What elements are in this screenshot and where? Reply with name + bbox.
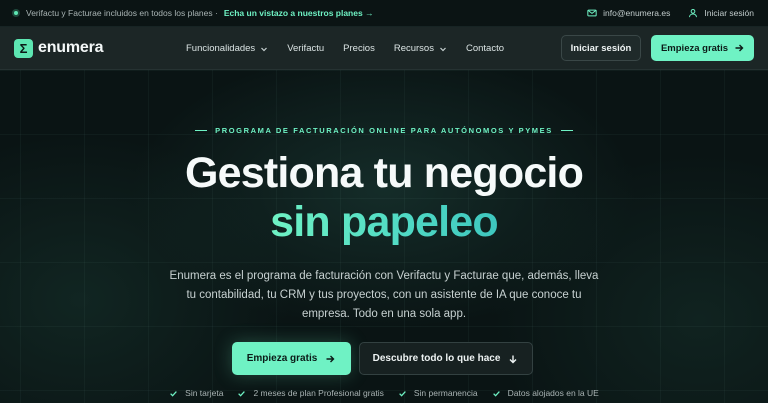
announcement-text: Verifactu y Facturae incluidos en todos …: [26, 8, 218, 18]
hero-start-free-button[interactable]: Empieza gratis: [231, 342, 351, 375]
arrow-right-icon: [735, 44, 744, 52]
benefit-item: Sin permanencia: [398, 388, 478, 398]
nav-item-recursos[interactable]: Recursos: [394, 43, 447, 54]
logo-sigma-icon: Σ: [14, 38, 33, 58]
hero-eyebrow: PROGRAMA DE FACTURACIÓN ONLINE PARA AUTÓ…: [0, 126, 768, 135]
hero-section: PROGRAMA DE FACTURACIÓN ONLINE PARA AUTÓ…: [0, 70, 768, 403]
mail-icon: [587, 9, 597, 17]
nav-item-verifactu[interactable]: Verifactu: [287, 43, 324, 54]
email-link[interactable]: info@enumera.es: [587, 8, 670, 18]
logo[interactable]: Σ enumera: [14, 38, 184, 58]
start-free-button[interactable]: Empieza gratis: [651, 35, 754, 61]
hero-description: Enumera es el programa de facturación co…: [169, 270, 599, 320]
email-text: info@enumera.es: [603, 8, 671, 18]
hero-cta-row: Empieza gratis Descubre todo lo que hace: [0, 342, 768, 375]
chevron-down-icon: [261, 47, 268, 51]
nav-item-contacto[interactable]: Contacto: [466, 43, 504, 54]
check-icon: [170, 390, 178, 397]
nav-item-funcionalidades[interactable]: Funcionalidades: [186, 43, 268, 54]
status-dot-icon: [12, 9, 20, 17]
arrow-right-icon: [326, 355, 335, 362]
discover-features-button[interactable]: Descubre todo lo que hace: [358, 342, 533, 375]
check-icon: [492, 390, 500, 397]
chevron-down-icon: [440, 47, 446, 51]
hero-headline: Gestiona tu negocio: [184, 149, 584, 197]
nav-menu: Funcionalidades Verifactu Precios Recurs…: [186, 27, 523, 70]
announcement: Verifactu y Facturae incluidos en todos …: [12, 8, 374, 18]
benefit-item: Sin tarjeta: [169, 388, 223, 398]
login-button[interactable]: Iniciar sesión: [561, 35, 641, 61]
nav-item-precios[interactable]: Precios: [343, 43, 375, 54]
plans-link[interactable]: Echa un vistazo a nuestros planes →: [224, 8, 374, 18]
hero-headline-accent: sin papeleo: [270, 198, 499, 246]
topbar-login-text: Iniciar sesión: [704, 8, 754, 18]
benefit-item: Datos alojados en la UE: [492, 388, 599, 398]
topbar-login-link[interactable]: Iniciar sesión: [688, 8, 754, 18]
user-icon: [689, 8, 698, 18]
benefit-item: 2 meses de plan Profesional gratis: [237, 388, 384, 398]
hero-benefits: Sin tarjeta 2 meses de plan Profesional …: [0, 388, 768, 398]
main-nav: Σ enumera Funcionalidades Verifactu Prec…: [0, 27, 768, 70]
check-icon: [238, 390, 246, 397]
arrow-down-icon: [509, 355, 517, 363]
announcement-bar: Verifactu y Facturae incluidos en todos …: [0, 0, 768, 27]
logo-text: enumera: [38, 39, 104, 56]
check-icon: [399, 390, 406, 397]
